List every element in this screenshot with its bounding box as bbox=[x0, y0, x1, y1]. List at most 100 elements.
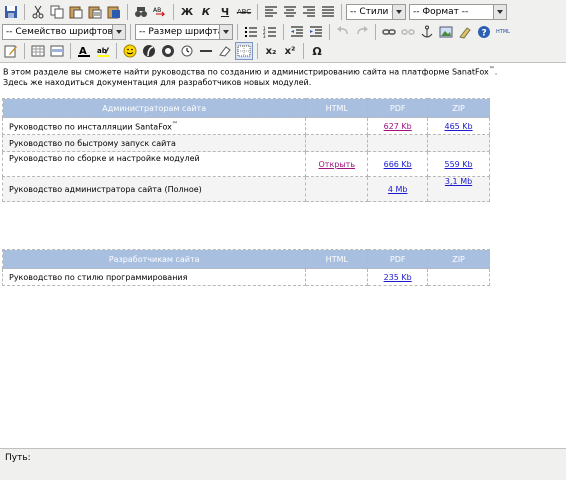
link-icon[interactable] bbox=[380, 23, 398, 41]
pdf-cell: 235 Kb bbox=[367, 268, 429, 286]
table-header-row: Разработчикам сайта HTML PDF ZIP bbox=[1, 249, 490, 269]
align-justify-icon[interactable] bbox=[319, 3, 337, 21]
toolbar-separator bbox=[303, 43, 304, 59]
copy-icon[interactable] bbox=[48, 3, 66, 21]
date-icon[interactable] bbox=[178, 42, 196, 60]
cleanup-icon[interactable] bbox=[456, 23, 474, 41]
column-header: ZIP bbox=[427, 98, 490, 118]
redo-icon[interactable] bbox=[353, 23, 371, 41]
format-select[interactable]: -- Формат -- bbox=[409, 4, 507, 20]
pdf-download-link[interactable]: 666 Kb bbox=[384, 160, 412, 169]
emoticon-icon[interactable] bbox=[121, 42, 139, 60]
help-icon[interactable]: ? bbox=[475, 23, 493, 41]
font-color-icon[interactable]: A bbox=[75, 42, 93, 60]
paste-word-icon[interactable] bbox=[105, 3, 123, 21]
intro-text: В этом разделе вы сможете найти руководс… bbox=[3, 65, 563, 88]
pdf-cell: 4 Mb bbox=[367, 176, 429, 202]
subscript-button[interactable]: x₂ bbox=[262, 42, 280, 60]
zip-download-link[interactable]: 559 Kb bbox=[444, 160, 472, 169]
column-header: HTML bbox=[305, 98, 369, 118]
trademark-mark: ™ bbox=[171, 120, 178, 128]
pdf-download-link[interactable]: 627 Kb bbox=[384, 122, 412, 131]
align-center-icon[interactable] bbox=[281, 3, 299, 21]
numbered-list-icon[interactable]: 123 bbox=[261, 23, 279, 41]
editor-toolbar: AB Ж К Ч ABC -- Стили -- -- Формат -- --… bbox=[0, 0, 566, 63]
image-icon[interactable] bbox=[437, 23, 455, 41]
pdf-download-link[interactable]: 235 Kb bbox=[384, 273, 412, 282]
styles-select[interactable]: -- Стили -- bbox=[346, 4, 406, 20]
unlink-icon[interactable] bbox=[399, 23, 417, 41]
bullet-list-icon[interactable] bbox=[242, 23, 260, 41]
html-open-link[interactable]: Открыть bbox=[319, 160, 356, 169]
undo-icon[interactable] bbox=[334, 23, 352, 41]
html-cell: Открыть bbox=[305, 151, 369, 177]
intro-line-1-text: В этом разделе вы сможете найти руководс… bbox=[3, 67, 489, 77]
doc-title: Руководство по инсталляции SantaFox™ bbox=[1, 117, 307, 135]
editor-content[interactable]: В этом разделе вы сможете найти руководс… bbox=[0, 64, 566, 448]
superscript-button[interactable]: x² bbox=[281, 42, 299, 60]
table-icon[interactable] bbox=[29, 42, 47, 60]
html-cell bbox=[305, 176, 369, 202]
highlight-color-icon[interactable]: ab bbox=[94, 42, 112, 60]
horizontal-rule-icon[interactable] bbox=[197, 42, 215, 60]
doc-title: Руководство администратора сайта (Полное… bbox=[1, 176, 307, 202]
toolbar-separator bbox=[237, 24, 238, 40]
column-header: Разработчикам сайта bbox=[1, 249, 307, 269]
zip-download-link[interactable]: 3,1 Mb bbox=[445, 177, 472, 186]
toolbar-row-1: AB Ж К Ч ABC -- Стили -- -- Формат -- bbox=[2, 2, 507, 22]
toolbar-row-2: -- Семейство шрифтов -- -- Размер шрифта… bbox=[2, 22, 512, 42]
toolbar-separator bbox=[127, 4, 128, 20]
pdf-download-link[interactable]: 4 Mb bbox=[388, 185, 408, 194]
zip-cell: 3,1 Mb bbox=[427, 176, 490, 202]
toolbar-separator bbox=[173, 4, 174, 20]
pdf-cell: 666 Kb bbox=[367, 151, 429, 177]
html-source-button[interactable]: HTML bbox=[494, 23, 512, 41]
save-icon[interactable] bbox=[2, 3, 20, 21]
find-icon[interactable] bbox=[132, 3, 150, 21]
toolbar-separator bbox=[257, 4, 258, 20]
toolbar-separator bbox=[70, 43, 71, 59]
replace-icon[interactable]: AB bbox=[151, 3, 169, 21]
chevron-down-icon bbox=[219, 25, 232, 39]
special-char-button[interactable]: Ω bbox=[308, 42, 326, 60]
outdent-icon[interactable] bbox=[288, 23, 306, 41]
visual-aid-icon[interactable] bbox=[235, 42, 253, 60]
format-select-value: -- Формат -- bbox=[413, 7, 469, 17]
table-row-icon[interactable] bbox=[48, 42, 66, 60]
paste-icon[interactable] bbox=[67, 3, 85, 21]
styles-select-value: -- Стили -- bbox=[350, 7, 398, 17]
table-header-row: Администраторам сайта HTML PDF ZIP bbox=[1, 98, 490, 118]
font-size-select[interactable]: -- Размер шрифта -- bbox=[135, 24, 233, 40]
edit-css-icon[interactable] bbox=[2, 42, 20, 60]
font-family-select[interactable]: -- Семейство шрифтов -- bbox=[2, 24, 126, 40]
align-left-icon[interactable] bbox=[262, 3, 280, 21]
cut-icon[interactable] bbox=[29, 3, 47, 21]
anchor-icon[interactable] bbox=[418, 23, 436, 41]
zip-download-link[interactable]: 465 Kb bbox=[444, 122, 472, 131]
align-right-icon[interactable] bbox=[300, 3, 318, 21]
underline-button[interactable]: Ч bbox=[216, 3, 234, 21]
html-cell bbox=[305, 117, 369, 135]
toolbar-row-3: A ab x₂ x² Ω bbox=[2, 41, 326, 61]
column-header: ZIP bbox=[427, 249, 490, 269]
bold-button[interactable]: Ж bbox=[178, 3, 196, 21]
paste-text-icon[interactable] bbox=[86, 3, 104, 21]
column-header: PDF bbox=[367, 249, 429, 269]
italic-button[interactable]: К bbox=[197, 3, 215, 21]
pdf-cell bbox=[367, 134, 429, 152]
toolbar-separator bbox=[24, 43, 25, 59]
font-family-select-value: -- Семейство шрифтов -- bbox=[6, 27, 123, 37]
flash-icon[interactable] bbox=[140, 42, 158, 60]
media-icon[interactable] bbox=[159, 42, 177, 60]
svg-text:AB: AB bbox=[153, 7, 161, 14]
remove-format-icon[interactable] bbox=[216, 42, 234, 60]
toolbar-separator bbox=[283, 24, 284, 40]
strikethrough-button[interactable]: ABC bbox=[235, 3, 253, 21]
indent-icon[interactable] bbox=[307, 23, 325, 41]
doc-title-text: Руководство по инсталляции SantaFox bbox=[9, 122, 172, 132]
toolbar-separator bbox=[257, 43, 258, 59]
status-bar: Путь: bbox=[0, 448, 566, 480]
table-row: Руководство по инсталляции SantaFox™ 627… bbox=[1, 117, 490, 135]
developer-docs-table: Разработчикам сайта HTML PDF ZIP Руковод… bbox=[1, 249, 490, 286]
doc-title: Руководство по стилю программирования bbox=[1, 268, 307, 286]
